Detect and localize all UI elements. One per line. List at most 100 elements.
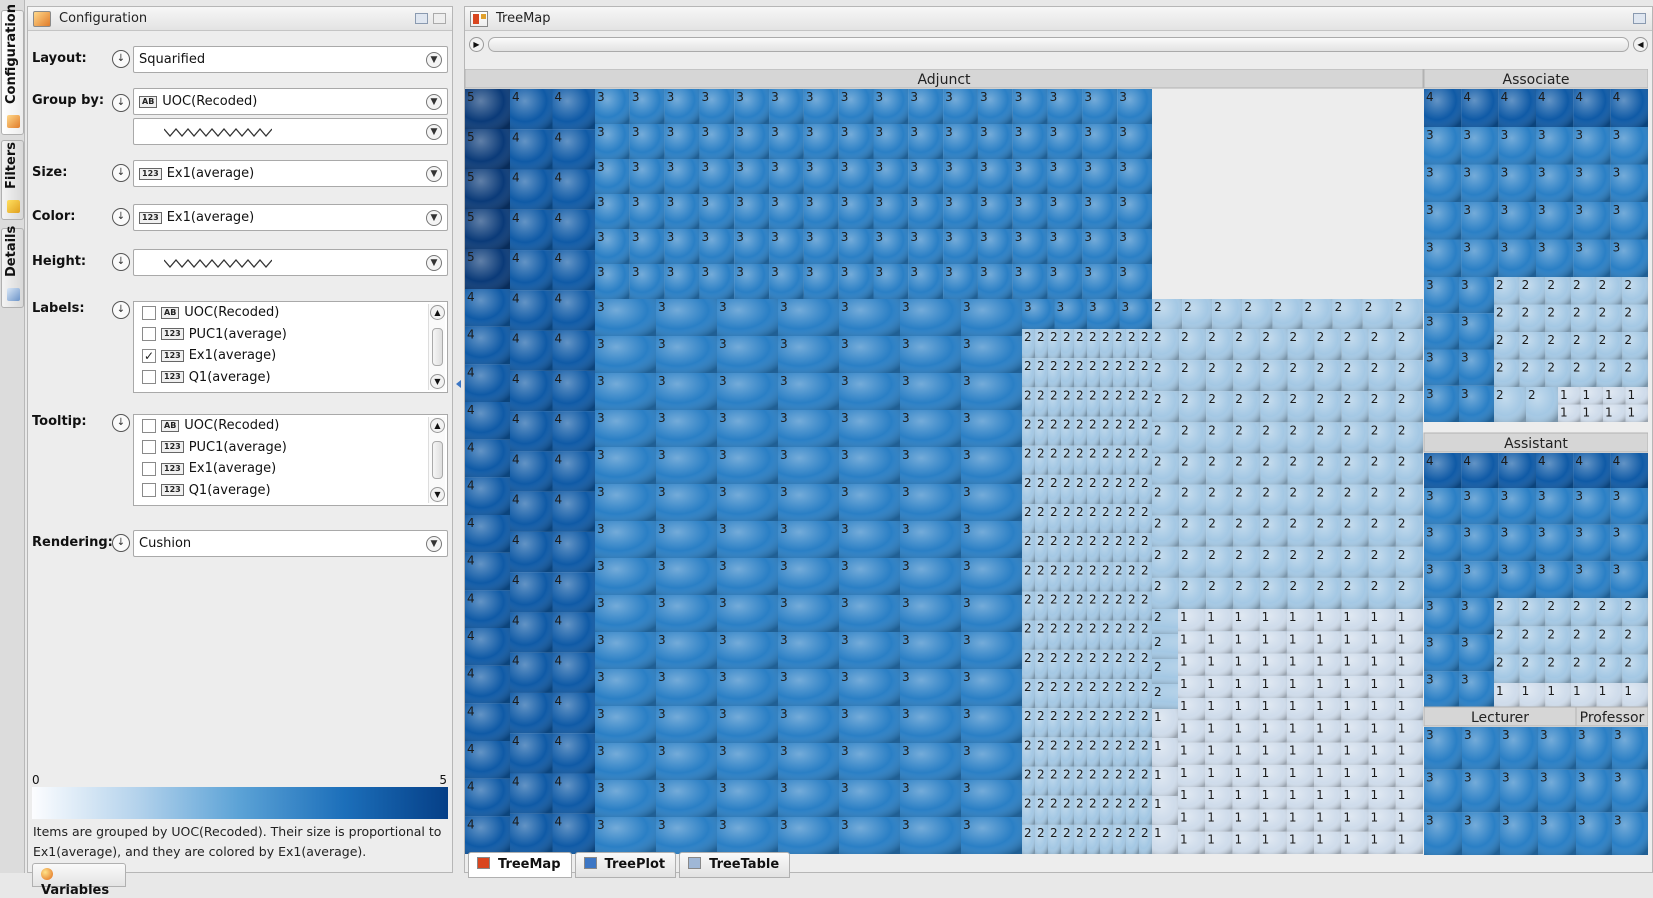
treemap-cell-label: 2	[1262, 330, 1270, 344]
layout-row: Layout: ↓ Squarified ▼	[32, 45, 448, 75]
scroll-thumb[interactable]	[432, 328, 443, 366]
layout-expand-icon[interactable]: ↓	[112, 50, 130, 68]
treemap-cell-label: 3	[1426, 771, 1434, 785]
scroll-right-icon[interactable]: ▶	[469, 37, 484, 52]
scroll-up-icon[interactable]: ▲	[430, 305, 445, 320]
color-expand-icon[interactable]: ↓	[112, 208, 130, 226]
treemap-cell-label: 1	[1234, 833, 1242, 847]
groupby-row: Group by: ↓ AB UOC(Recoded) ▼ ▼	[32, 87, 448, 151]
treemap-cell-label: 3	[841, 300, 849, 314]
treemap-cell-label: 2	[1024, 622, 1032, 636]
treemap-cell-label: 1	[1262, 766, 1270, 780]
groupby-secondary-select[interactable]: ▼	[133, 118, 448, 145]
collapse-left-icon[interactable]	[456, 380, 461, 388]
treemap-hscrollbar[interactable]: ▶ ◀	[469, 36, 1648, 54]
height-expand-icon[interactable]: ↓	[112, 253, 130, 271]
treemap-cell-label: 3	[597, 781, 605, 795]
chevron-down-icon: ▼	[426, 166, 442, 182]
rendering-expand-icon[interactable]: ↓	[112, 534, 130, 552]
labels-item[interactable]: AB UOC(Recoded)	[134, 302, 447, 324]
tooltip-item[interactable]: 123 Ex1(average)	[134, 458, 447, 480]
funnel-icon	[7, 200, 20, 213]
labels-expand-icon[interactable]: ↓	[112, 301, 130, 319]
treemap-cell-label: 4	[467, 403, 475, 417]
scroll-thumb[interactable]	[488, 37, 1629, 52]
scroll-down-icon[interactable]: ▼	[430, 487, 445, 502]
checkbox[interactable]	[142, 418, 156, 433]
treemap-cell-label: 3	[1426, 278, 1434, 292]
tooltip-scrollbar[interactable]: ▲ ▼	[428, 417, 445, 503]
scroll-left-icon[interactable]: ◀	[1633, 37, 1648, 52]
treemap-cell-label: 1	[1343, 699, 1351, 713]
scroll-up-icon[interactable]: ▲	[430, 418, 445, 433]
side-tab-configuration[interactable]: Configuration	[1, 4, 24, 135]
tab-treetable[interactable]: TreeTable	[679, 852, 791, 878]
treemap-cell-label: 1	[1207, 766, 1215, 780]
treemap-cell-label: 3	[1463, 526, 1471, 540]
treemap-cell-label: 3	[1614, 728, 1622, 742]
checkbox[interactable]	[142, 461, 156, 476]
groupby-select[interactable]: AB UOC(Recoded) ▼	[133, 88, 448, 115]
treemap-cell-label: 3	[780, 670, 788, 684]
treemap-cell-label: 3	[701, 90, 709, 104]
tooltip-item-text: UOC(Recoded)	[184, 418, 280, 434]
tab-treemap[interactable]: TreeMap	[468, 852, 572, 878]
scroll-down-icon[interactable]: ▼	[430, 374, 445, 389]
checkbox[interactable]	[142, 370, 156, 385]
treemap-cell-label: 2	[1050, 447, 1058, 461]
panel-splitter[interactable]	[455, 370, 462, 500]
treemap-cell-label: 3	[1461, 351, 1469, 365]
tooltip-item[interactable]: 123 Q1(average)	[134, 480, 447, 502]
treemap-cell-label: 3	[806, 265, 814, 279]
treemap-cell-label: 2	[1547, 627, 1555, 641]
treemap-cell-label: 3	[658, 633, 666, 647]
tooltip-expand-icon[interactable]: ↓	[112, 414, 130, 432]
checkbox[interactable]	[142, 327, 156, 342]
labels-scrollbar[interactable]: ▲ ▼	[428, 304, 445, 390]
labels-item[interactable]: 123 PUC1(average)	[134, 324, 447, 346]
restore-icon[interactable]	[415, 13, 428, 24]
groupby-expand-icon[interactable]: ↓	[112, 94, 130, 112]
variables-tab[interactable]: Variables	[32, 863, 126, 898]
tab-treeplot[interactable]: TreePlot	[574, 852, 677, 878]
treemap-cell-label: 4	[512, 372, 520, 386]
size-expand-icon[interactable]: ↓	[112, 164, 130, 182]
color-select[interactable]: 123 Ex1(average) ▼	[133, 204, 448, 231]
number-type-icon: 123	[161, 462, 184, 475]
checkbox[interactable]	[142, 440, 156, 455]
treemap-cell-label: 1	[1343, 833, 1351, 847]
treemap-cell-label: 1	[1605, 388, 1613, 402]
labels-item[interactable]: 123 Q1(average)	[134, 367, 447, 389]
minimize-icon[interactable]	[433, 13, 446, 24]
tooltip-item[interactable]: 123 PUC1(average)	[134, 437, 447, 459]
treemap-cell-label: 4	[1575, 90, 1583, 104]
treemap-cell-label: 2	[1181, 517, 1189, 531]
treemap-cell-label: 4	[555, 573, 563, 587]
size-select[interactable]: 123 Ex1(average) ▼	[133, 160, 448, 187]
labels-item[interactable]: ✓ 123 Ex1(average)	[134, 345, 447, 367]
tooltip-item[interactable]: AB UOC(Recoded)	[134, 415, 447, 437]
treemap-cell-label: 2	[1089, 593, 1097, 607]
treemap-cell-label: 3	[667, 125, 675, 139]
layout-select[interactable]: Squarified ▼	[133, 46, 448, 73]
restore-icon[interactable]	[1633, 13, 1646, 24]
rendering-select[interactable]: Cushion ▼	[133, 530, 448, 557]
height-select[interactable]: ▼	[133, 249, 448, 276]
treemap-cell-label: 3	[1613, 241, 1621, 255]
checkbox[interactable]	[142, 305, 156, 320]
treemap-cell-label: 2	[1102, 418, 1110, 432]
scroll-thumb[interactable]	[432, 441, 443, 479]
treemap-cell-label: 3	[876, 265, 884, 279]
checkbox-checked[interactable]: ✓	[142, 348, 156, 363]
checkbox[interactable]	[142, 483, 156, 498]
side-tab-details[interactable]: Details	[1, 226, 24, 308]
side-tab-filters[interactable]: Filters	[1, 140, 24, 220]
treemap-cell-label: 2	[1024, 476, 1032, 490]
treemap-cell-label: 2	[1599, 278, 1607, 292]
treemap-cell-label: 1	[1262, 677, 1270, 691]
treemap-cell-label: 2	[1076, 738, 1084, 752]
treemap-cell-label: 1	[1343, 788, 1351, 802]
treemap-cell-label: 2	[1599, 656, 1607, 670]
size-label: Size:	[32, 165, 68, 180]
treemap-cell-label: 2	[1624, 278, 1632, 292]
